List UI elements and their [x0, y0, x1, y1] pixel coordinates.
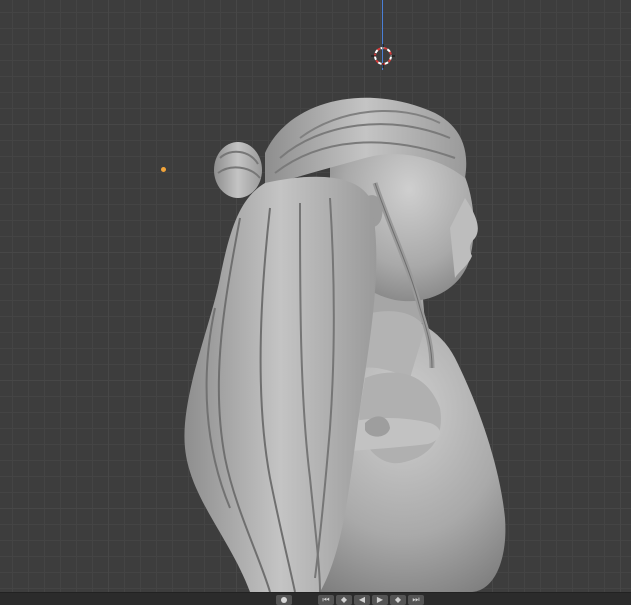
play-icon: ▶	[376, 595, 384, 604]
jump-start-icon: ⏮	[322, 595, 330, 604]
timeline-playback-bar: ⏮ ◆ ◀ ▶ ◆ ⏭	[0, 592, 631, 605]
character-sculpt-model[interactable]	[170, 78, 520, 592]
3d-viewport[interactable]	[0, 0, 631, 592]
play-reverse-icon: ◀	[358, 595, 366, 604]
jump-end-icon: ⏭	[412, 595, 420, 604]
3d-cursor-icon[interactable]	[371, 44, 395, 68]
light-origin-icon[interactable]	[161, 167, 166, 172]
jump-prev-keyframe-icon: ◆	[340, 595, 348, 604]
jump-next-keyframe-icon: ◆	[394, 595, 402, 604]
record-dot-icon	[281, 597, 287, 603]
